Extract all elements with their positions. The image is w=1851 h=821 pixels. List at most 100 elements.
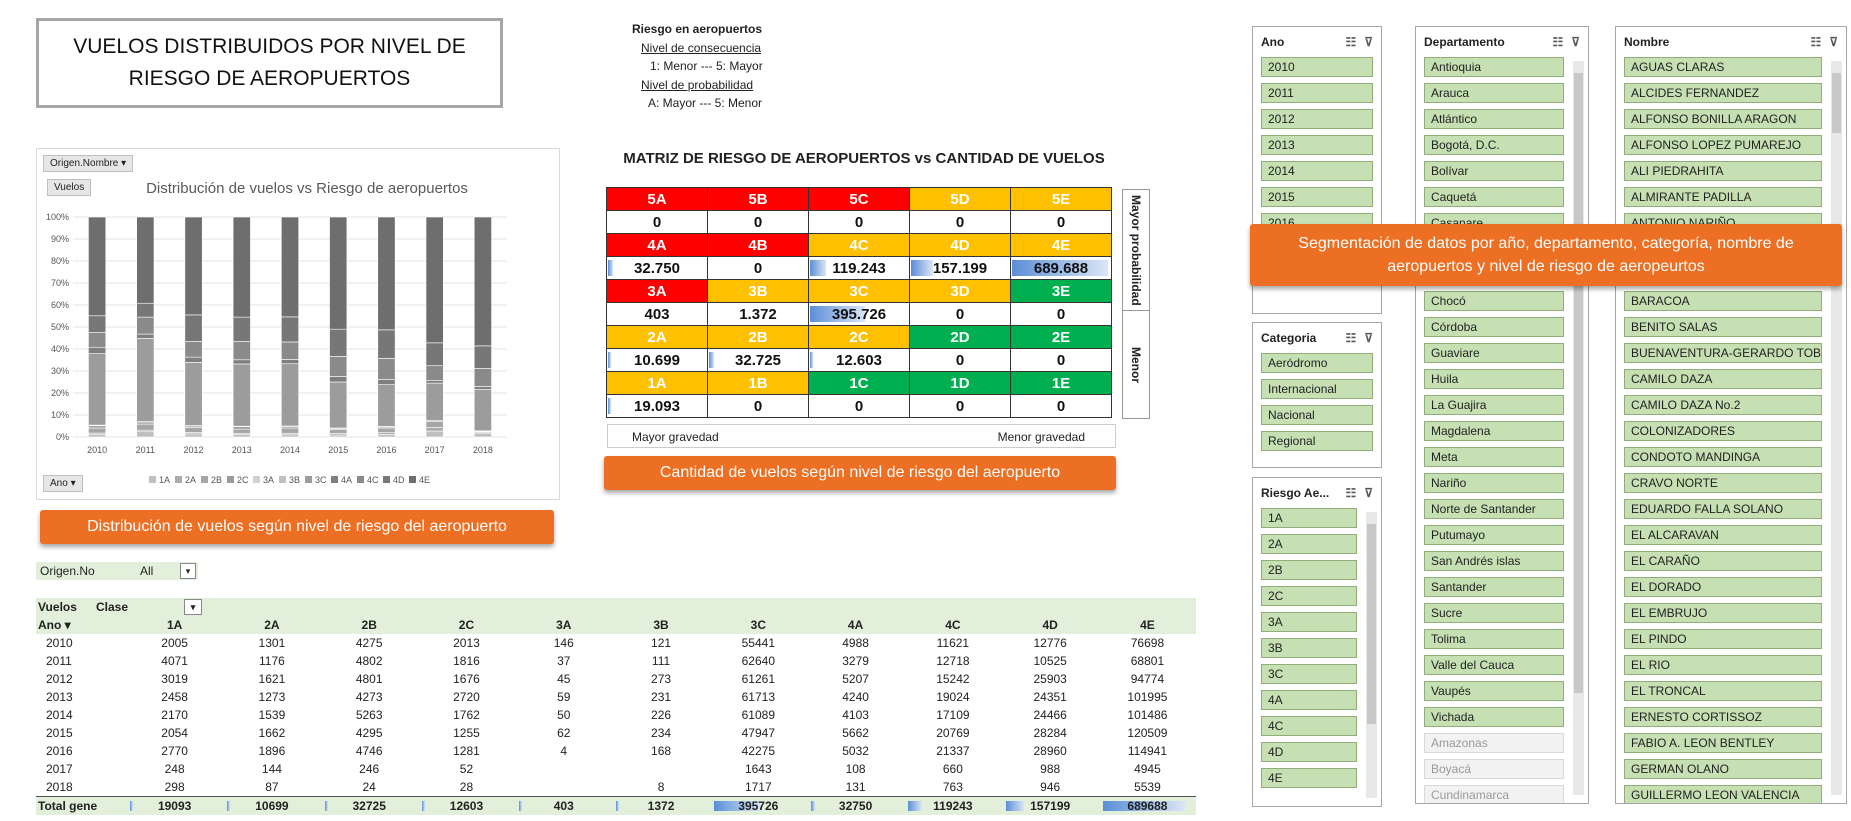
slicer-item[interactable]: 4C xyxy=(1261,716,1357,736)
slicer-item[interactable]: 2014 xyxy=(1261,161,1373,181)
multiselect-icon[interactable]: ☷ xyxy=(1345,486,1356,500)
slicer-item[interactable]: Valle del Cauca xyxy=(1424,655,1564,675)
slicer-item[interactable]: ALFONSO LOPEZ PUMAREJO xyxy=(1624,135,1822,155)
slicer-item[interactable]: Tolima xyxy=(1424,629,1564,649)
scrollbar-thumb[interactable] xyxy=(1367,524,1376,724)
multiselect-icon[interactable]: ☷ xyxy=(1810,35,1821,49)
slicer-riesgo-scrollbar[interactable] xyxy=(1366,512,1377,798)
slicer-item-disabled[interactable]: Cundinamarca xyxy=(1424,785,1564,803)
slicer-item[interactable]: BUENAVENTURA-GERARDO TOBA... xyxy=(1624,343,1822,363)
slicer-item[interactable]: EL ALCARAVAN xyxy=(1624,525,1822,545)
slicer-item[interactable]: Antioquia xyxy=(1424,57,1564,77)
scrollbar-thumb[interactable] xyxy=(1832,73,1841,133)
slicer-item[interactable]: BARACOA xyxy=(1624,291,1822,311)
slicer-departamento[interactable]: Departamento ☷ ⊽ Antioquia Arauca Atlántico B… xyxy=(1415,26,1589,804)
slicer-item[interactable]: 3C xyxy=(1261,664,1357,684)
multiselect-icon[interactable]: ☷ xyxy=(1345,35,1356,49)
multiselect-icon[interactable]: ☷ xyxy=(1552,35,1563,49)
slicer-item[interactable]: Chocó xyxy=(1424,291,1564,311)
slicer-departamento-scrollbar[interactable] xyxy=(1573,61,1584,795)
slicer-item[interactable]: Arauca xyxy=(1424,83,1564,103)
legend-swatch xyxy=(331,476,338,483)
slicer-item[interactable]: ALFONSO BONILLA ARAGON xyxy=(1624,109,1822,129)
slicer-item[interactable]: Putumayo xyxy=(1424,525,1564,545)
slicer-item[interactable]: Nariño xyxy=(1424,473,1564,493)
slicer-item[interactable]: Norte de Santander xyxy=(1424,499,1564,519)
slicer-item[interactable]: Bolívar xyxy=(1424,161,1564,181)
pivot-chart[interactable]: Origen.Nombre ▾ Vuelos Ano ▾ Distribució… xyxy=(36,148,560,500)
side-label-top-text: Mayor probabilidad xyxy=(1129,194,1143,306)
scrollbar-thumb[interactable] xyxy=(1574,73,1583,693)
slicer-item[interactable]: EL CARAÑO xyxy=(1624,551,1822,571)
slicer-item[interactable]: Sucre xyxy=(1424,603,1564,623)
slicer-item[interactable]: Meta xyxy=(1424,447,1564,467)
slicer-nombre-scrollbar[interactable] xyxy=(1831,61,1842,795)
clear-filter-icon[interactable]: ⊽ xyxy=(1364,35,1373,49)
clear-filter-icon[interactable]: ⊽ xyxy=(1829,35,1838,49)
slicer-item[interactable]: 2015 xyxy=(1261,187,1373,207)
slicer-categoria[interactable]: Categoria ☷ ⊽ Aeródromo Internacional Nacion… xyxy=(1252,322,1382,468)
slicer-item[interactable]: 3A xyxy=(1261,612,1357,632)
slicer-item[interactable]: Atlántico xyxy=(1424,109,1564,129)
slicer-item[interactable]: 2012 xyxy=(1261,109,1373,129)
slicer-item[interactable]: Vaupés xyxy=(1424,681,1564,701)
slicer-item[interactable]: Córdoba xyxy=(1424,317,1564,337)
slicer-item[interactable]: CRAVO NORTE xyxy=(1624,473,1822,493)
pivot-filter[interactable]: Origen.No All ▾ xyxy=(36,562,198,580)
slicer-item-disabled[interactable]: Amazonas xyxy=(1424,733,1564,753)
slicer-item[interactable]: ALMIRANTE PADILLA xyxy=(1624,187,1822,207)
slicer-item[interactable]: GERMAN OLANO xyxy=(1624,759,1822,779)
slicer-item[interactable]: FABIO A. LEON BENTLEY xyxy=(1624,733,1822,753)
chevron-down-icon[interactable]: ▾ xyxy=(180,563,196,579)
slicer-item[interactable]: ALI PIEDRAHITA xyxy=(1624,161,1822,181)
slicer-item[interactable]: Aeródromo xyxy=(1261,353,1373,373)
slicer-item[interactable]: BENITO SALAS xyxy=(1624,317,1822,337)
slicer-item[interactable]: 2013 xyxy=(1261,135,1373,155)
slicer-item[interactable]: Caquetá xyxy=(1424,187,1564,207)
slicer-item[interactable]: 1A xyxy=(1261,508,1357,528)
slicer-item[interactable]: 2010 xyxy=(1261,57,1373,77)
clear-filter-icon[interactable]: ⊽ xyxy=(1364,486,1373,500)
pivot-row-label[interactable]: Ano ▾ xyxy=(36,618,126,632)
slicer-item[interactable]: 4A xyxy=(1261,690,1357,710)
multiselect-icon[interactable]: ☷ xyxy=(1345,331,1356,345)
slicer-riesgo[interactable]: Riesgo Ae... ☷ ⊽ 1A 2A 2B 2C 3A 3B 3C 4A 4C 4D 4E xyxy=(1252,477,1382,807)
slicer-nombre[interactable]: Nombre ☷ ⊽ AGUAS CLARAS ALCIDES FERNANDEZ AL… xyxy=(1615,26,1847,804)
slicer-item[interactable]: ERNESTO CORTISSOZ xyxy=(1624,707,1822,727)
slicer-item[interactable]: 2A xyxy=(1261,534,1357,554)
slicer-item[interactable]: La Guajira xyxy=(1424,395,1564,415)
slicer-item[interactable]: 2011 xyxy=(1261,83,1373,103)
chevron-down-icon[interactable]: ▾ xyxy=(184,599,202,615)
slicer-item[interactable]: ALCIDES FERNANDEZ xyxy=(1624,83,1822,103)
slicer-item[interactable]: Guaviare xyxy=(1424,343,1564,363)
slicer-item[interactable]: AGUAS CLARAS xyxy=(1624,57,1822,77)
slicer-item[interactable]: EL EMBRUJO xyxy=(1624,603,1822,623)
slicer-item-disabled[interactable]: Boyacá xyxy=(1424,759,1564,779)
slicer-item[interactable]: CAMILO DAZA No.2 xyxy=(1624,395,1822,415)
slicer-item[interactable]: CAMILO DAZA xyxy=(1624,369,1822,389)
slicer-item[interactable]: EL DORADO xyxy=(1624,577,1822,597)
slicer-item[interactable]: Magdalena xyxy=(1424,421,1564,441)
slicer-item[interactable]: 2C xyxy=(1261,586,1357,606)
clear-filter-icon[interactable]: ⊽ xyxy=(1364,331,1373,345)
slicer-item[interactable]: COLONIZADORES xyxy=(1624,421,1822,441)
slicer-item[interactable]: EL RIO xyxy=(1624,655,1822,675)
slicer-item[interactable]: EDUARDO FALLA SOLANO xyxy=(1624,499,1822,519)
slicer-item[interactable]: Internacional xyxy=(1261,379,1373,399)
slicer-item[interactable]: EL PINDO xyxy=(1624,629,1822,649)
slicer-item[interactable]: Nacional xyxy=(1261,405,1373,425)
slicer-item[interactable]: EL TRONCAL xyxy=(1624,681,1822,701)
slicer-item[interactable]: San Andrés islas xyxy=(1424,551,1564,571)
slicer-item[interactable]: Santander xyxy=(1424,577,1564,597)
slicer-item[interactable]: Huila xyxy=(1424,369,1564,389)
slicer-item[interactable]: Bogotá, D.C. xyxy=(1424,135,1564,155)
slicer-item[interactable]: 3B xyxy=(1261,638,1357,658)
slicer-item[interactable]: Regional xyxy=(1261,431,1373,451)
clear-filter-icon[interactable]: ⊽ xyxy=(1571,35,1580,49)
slicer-item[interactable]: 4E xyxy=(1261,768,1357,788)
slicer-item[interactable]: CONDOTO MANDINGA xyxy=(1624,447,1822,467)
slicer-item[interactable]: GUILLERMO LEON VALENCIA xyxy=(1624,785,1822,803)
slicer-item[interactable]: Vichada xyxy=(1424,707,1564,727)
slicer-item[interactable]: 2B xyxy=(1261,560,1357,580)
slicer-item[interactable]: 4D xyxy=(1261,742,1357,762)
